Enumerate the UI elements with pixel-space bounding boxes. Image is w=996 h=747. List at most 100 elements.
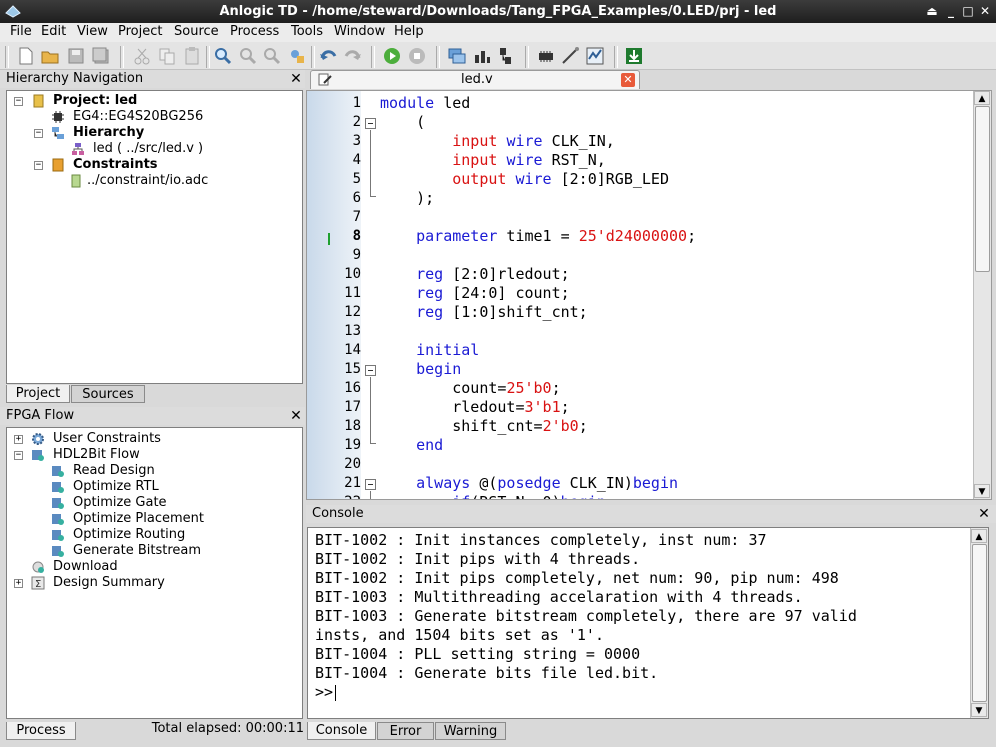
console-line: BIT-1003 : Multithreading accelaration w… <box>315 588 803 606</box>
flow-item-optimize-placement[interactable]: Optimize Placement <box>73 511 204 527</box>
tab-warning[interactable]: Warning <box>435 722 506 740</box>
fpga-flow-close-icon[interactable]: ✕ <box>289 409 303 423</box>
menu-process[interactable]: Process <box>230 24 279 39</box>
maximize-button[interactable]: □ <box>960 3 976 19</box>
console-close-icon[interactable]: ✕ <box>977 507 991 521</box>
menu-view[interactable]: View <box>77 24 108 39</box>
collapse-toggle[interactable]: − <box>14 97 23 106</box>
line-number: 4 <box>352 152 361 168</box>
module-icon <box>72 143 84 155</box>
schematic-icon[interactable] <box>496 46 516 66</box>
chip-view-icon[interactable] <box>536 46 556 66</box>
menu-help[interactable]: Help <box>394 24 424 39</box>
menu-edit[interactable]: Edit <box>41 24 66 39</box>
close-tab-icon[interactable]: ✕ <box>621 73 635 87</box>
collapse-toggle[interactable]: − <box>34 129 43 138</box>
line-number: 13 <box>344 323 361 339</box>
menu-source[interactable]: Source <box>174 24 219 39</box>
editor-tab-led-v[interactable]: led.v ✕ <box>310 70 640 89</box>
tab-console[interactable]: Console <box>307 722 376 740</box>
code-token: wire <box>515 170 552 188</box>
minimize-button[interactable]: _ <box>943 3 959 19</box>
bar-chart-icon[interactable] <box>472 46 492 66</box>
save-icon[interactable] <box>66 46 86 66</box>
tree-item-led-module[interactable]: led ( ../src/led.v ) <box>93 141 203 157</box>
console-output[interactable]: BIT-1002 : Init instances completely, in… <box>307 527 989 719</box>
constraints-folder-icon <box>52 158 64 172</box>
hierarchy-close-icon[interactable]: ✕ <box>289 72 303 86</box>
scroll-up-icon[interactable]: ▲ <box>971 529 987 543</box>
windows-layout-icon[interactable] <box>447 46 467 66</box>
copy-icon[interactable] <box>157 46 177 66</box>
stop-icon[interactable] <box>407 46 427 66</box>
expand-toggle[interactable]: + <box>14 435 23 444</box>
flow-item-design-summary[interactable]: Design Summary <box>53 575 165 591</box>
console-vertical-scrollbar[interactable]: ▲ ▼ <box>970 528 988 718</box>
flow-item-optimize-rtl[interactable]: Optimize RTL <box>73 479 159 495</box>
menu-project[interactable]: Project <box>118 24 162 39</box>
menu-window[interactable]: Window <box>334 24 385 39</box>
flow-icon <box>32 450 44 461</box>
fold-toggle[interactable] <box>365 118 376 129</box>
scroll-thumb[interactable] <box>972 544 987 702</box>
replace-icon[interactable] <box>287 46 307 66</box>
collapse-toggle[interactable]: − <box>34 161 43 170</box>
new-file-icon[interactable] <box>16 46 36 66</box>
tab-error[interactable]: Error <box>377 722 434 740</box>
tree-item-hierarchy[interactable]: Hierarchy <box>73 125 144 141</box>
close-window-button[interactable]: ✕ <box>977 3 993 19</box>
timing-icon[interactable] <box>585 46 605 66</box>
undo-icon[interactable] <box>318 46 338 66</box>
code-token: begin <box>632 474 679 492</box>
tree-item-constraints[interactable]: Constraints <box>73 157 158 173</box>
find-previous-icon[interactable] <box>262 46 282 66</box>
menu-file[interactable]: File <box>10 24 32 39</box>
code-editor[interactable]: 12345678910111213141516171819202122 modu… <box>306 90 992 500</box>
tab-sources[interactable]: Sources <box>71 385 145 403</box>
expand-toggle[interactable]: + <box>14 579 23 588</box>
find-icon[interactable] <box>213 46 233 66</box>
collapse-toggle[interactable]: − <box>14 451 23 460</box>
code-text: [2:0]RGB_LED <box>551 170 669 188</box>
redo-icon[interactable] <box>343 46 363 66</box>
line-number: 7 <box>352 209 361 225</box>
flow-item-optimize-gate[interactable]: Optimize Gate <box>73 495 167 511</box>
flow-item-hdl2bit[interactable]: HDL2Bit Flow <box>53 447 140 463</box>
console-prompt: >> <box>315 683 334 701</box>
run-icon[interactable] <box>382 46 402 66</box>
route-icon[interactable] <box>560 46 580 66</box>
tree-item-project[interactable]: Project: led <box>53 93 137 109</box>
flow-item-generate-bitstream[interactable]: Generate Bitstream <box>73 543 201 559</box>
step-icon <box>52 514 64 525</box>
editor-vertical-scrollbar[interactable]: ▲ ▼ <box>973 91 991 499</box>
tree-item-device[interactable]: EG4::EG4S20BG256 <box>73 109 203 125</box>
tree-item-io-constraint[interactable]: ../constraint/io.adc <box>87 173 208 189</box>
console-line: BIT-1002 : Init instances completely, in… <box>315 531 767 549</box>
flow-item-user-constraints[interactable]: User Constraints <box>53 431 161 447</box>
scroll-down-icon[interactable]: ▼ <box>971 703 987 717</box>
line-number: 3 <box>352 133 361 149</box>
scroll-down-icon[interactable]: ▼ <box>974 484 990 498</box>
paste-icon[interactable] <box>182 46 202 66</box>
code-text: shift_cnt= <box>380 417 543 435</box>
save-all-icon[interactable] <box>91 46 111 66</box>
flow-item-download[interactable]: Download <box>53 559 118 575</box>
cut-icon[interactable] <box>132 46 152 66</box>
find-next-icon[interactable] <box>238 46 258 66</box>
fold-toggle[interactable] <box>365 365 376 376</box>
tab-project[interactable]: Project <box>6 385 70 403</box>
fold-toggle[interactable] <box>365 479 376 490</box>
menu-tools[interactable]: Tools <box>291 24 323 39</box>
scroll-up-icon[interactable]: ▲ <box>974 91 990 105</box>
open-folder-icon[interactable] <box>40 46 60 66</box>
download-bitstream-icon[interactable] <box>624 46 644 66</box>
code-text: led <box>434 94 471 112</box>
flow-item-optimize-routing[interactable]: Optimize Routing <box>73 527 185 543</box>
flow-item-read-design[interactable]: Read Design <box>73 463 155 479</box>
code-token: parameter <box>416 227 498 245</box>
tab-process[interactable]: Process <box>6 722 76 740</box>
code-token: begin <box>561 493 606 499</box>
scroll-thumb[interactable] <box>975 106 990 272</box>
shade-window-button[interactable]: ⏏ <box>924 3 940 19</box>
toolbar <box>0 42 996 70</box>
